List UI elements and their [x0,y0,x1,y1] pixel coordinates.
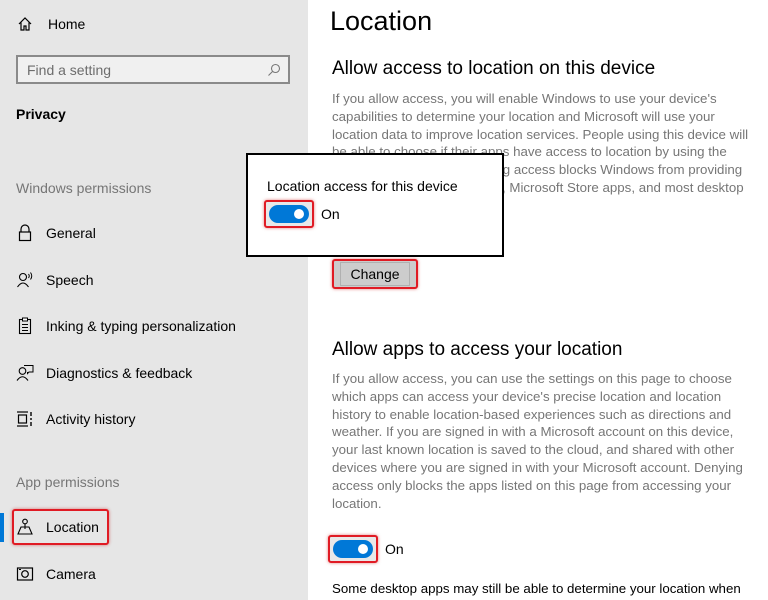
search-box[interactable] [16,55,290,84]
apps-location-toggle[interactable] [333,540,373,558]
page-title: Location [330,6,433,36]
toggle-knob [358,544,368,554]
apps-section-description: If you allow access, you can use the set… [332,371,743,511]
sidebar-item-inking[interactable]: Inking & typing personalization [12,309,236,343]
windows-permissions-label: Windows permissions [16,180,152,196]
home-link[interactable]: Home [16,12,85,36]
device-section-heading: Allow access to location on this device [332,58,656,79]
sidebar: Home Privacy Windows permissions General… [0,0,308,600]
toggle-knob [294,209,304,219]
app-permissions-label: App permissions [16,474,120,490]
location-access-popup: Location access for this device On [246,153,504,257]
activity-history-icon [16,410,34,428]
sidebar-item-general[interactable]: General [12,216,96,250]
popup-title: Location access for this device [267,178,458,194]
sidebar-item-label: Location [46,519,99,535]
diagnostics-icon [16,364,34,382]
inking-icon [16,317,34,335]
home-label: Home [48,16,86,32]
device-location-toggle-state: On [321,206,340,222]
apps-section-footer: Some desktop apps may still be able to d… [332,581,741,596]
sidebar-item-label: Inking & typing personalization [46,318,236,334]
device-location-toggle-row: On [264,200,340,228]
sidebar-item-label: General [46,225,96,241]
sidebar-item-label: Speech [46,272,94,288]
home-icon [16,15,34,33]
change-button-label: Change [340,262,410,286]
device-location-toggle[interactable] [269,205,309,223]
speech-icon [16,271,34,289]
camera-icon [16,565,34,583]
device-location-toggle-highlight [264,200,314,228]
lock-icon [16,224,34,242]
sidebar-item-label: Activity history [46,411,136,427]
apps-location-toggle-highlight [328,535,378,563]
sidebar-item-label: Camera [46,566,96,582]
sidebar-item-activity-history[interactable]: Activity history [12,402,135,436]
search-icon[interactable] [266,62,282,78]
sidebar-item-speech[interactable]: Speech [12,263,93,297]
section-title: Privacy [16,106,66,122]
sidebar-item-diagnostics[interactable]: Diagnostics & feedback [12,356,192,390]
sidebar-item-location[interactable]: Location [12,509,109,545]
main-content: Location Allow access to location on thi… [308,0,768,600]
location-icon [16,518,34,536]
apps-section-heading: Allow apps to access your location [332,339,623,360]
apps-location-toggle-state: On [385,541,404,557]
selection-indicator [0,513,4,542]
change-button[interactable]: Change [332,259,418,289]
search-input[interactable] [18,60,266,79]
apps-location-toggle-row: On [328,535,404,563]
sidebar-item-camera[interactable]: Camera [12,557,96,591]
sidebar-item-label: Diagnostics & feedback [46,365,193,381]
